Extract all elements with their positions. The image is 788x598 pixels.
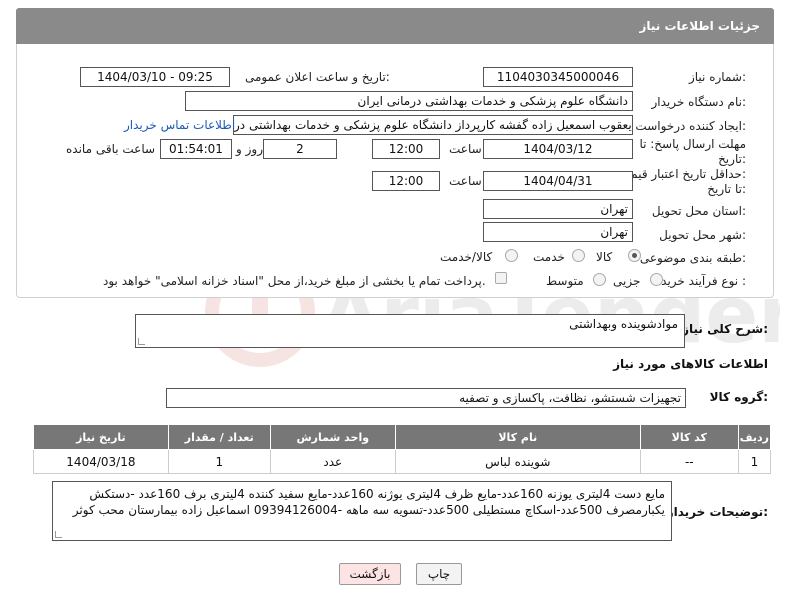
requester-field: یعقوب اسمعیل زاده گفشه کارپرداز دانشگاه … [233, 115, 633, 135]
cell-row: 1 [737, 449, 772, 474]
col-row: ردیف [737, 424, 772, 450]
buyer-org-label: نام دستگاه خریدار: [651, 95, 747, 109]
treasury-payment-note: پرداخت تمام یا بخشی از مبلغ خرید،از محل … [103, 274, 486, 288]
requester-label: ایجاد کننده درخواست: [635, 119, 746, 133]
process-option-minor: جزیی [613, 274, 641, 288]
col-code: کد کالا [639, 424, 739, 450]
reply-time-label: ساعت [449, 142, 482, 156]
city-field: تهران [483, 222, 633, 242]
price-deadline-label-2: تا تاریخ: [707, 182, 746, 196]
price-date-field: 1404/04/31 [483, 171, 633, 191]
days-label: روز و [236, 142, 263, 156]
reply-deadline-label: مهلت ارسال پاسخ: تا [639, 137, 746, 151]
panel-header: جزئیات اطلاعات نیاز [16, 8, 774, 44]
buyer-notes-line-1: مایع دست 4لیتری یوزنه 160عدد-مایع ظرف 4ل… [89, 487, 665, 501]
cell-code: -- [639, 449, 739, 474]
cell-name: شوینده لباس [394, 449, 641, 474]
items-table: ردیف کد کالا نام کالا واحد شمارش تعداد /… [33, 424, 772, 474]
table-row: 1 -- شوینده لباس عدد 1 1404/03/18 [33, 449, 772, 474]
description-label: شرح کلی نیاز: [682, 322, 768, 336]
col-name: نام کالا [394, 424, 641, 450]
treasury-payment-checkbox[interactable] [495, 272, 507, 284]
announce-date-field: 1404/03/10 - 09:25 [80, 67, 230, 87]
province-label: استان محل تحویل: [651, 204, 746, 218]
panel-title: جزئیات اطلاعات نیاز [639, 19, 760, 33]
items-table-header: ردیف کد کالا نام کالا واحد شمارش تعداد /… [33, 424, 772, 450]
description-text: موادشوینده وبهداشتی [569, 317, 678, 331]
cell-need-date: 1404/03/18 [33, 449, 169, 474]
category-radio-both[interactable] [505, 249, 518, 262]
price-time-field: 12:00 [372, 171, 440, 191]
need-number-label: شماره نیاز: [688, 70, 746, 84]
price-deadline-label: حداقل تاریخ اعتبار قیمت: [619, 167, 746, 181]
category-radio-goods[interactable] [628, 249, 641, 262]
buyer-notes-field: مایع دست 4لیتری یوزنه 160عدد-مایع ظرف 4ل… [52, 481, 672, 541]
goods-group-field: تجهیزات شستشو، نظافت، پاکسازی و تصفیه [166, 388, 686, 408]
days-remaining-field: 2 [263, 139, 337, 159]
reply-deadline-label-2: تاریخ: [718, 152, 746, 166]
category-option-service: خدمت [533, 250, 565, 264]
buyer-org-field: دانشگاه علوم پزشکی و خدمات بهداشتی درمان… [185, 91, 633, 111]
col-unit: واحد شمارش [269, 424, 396, 450]
category-option-goods: کالا [596, 250, 613, 264]
reply-time-field: 12:00 [372, 139, 440, 159]
process-label: نوع فرآیند خرید : [661, 274, 746, 288]
process-radio-minor[interactable] [650, 273, 663, 286]
process-radio-medium[interactable] [593, 273, 606, 286]
goods-group-label: گروه کالا: [709, 390, 768, 404]
cell-quantity: 1 [167, 449, 271, 474]
category-option-both: کالا/خدمت [440, 250, 493, 264]
cell-unit: عدد [269, 449, 396, 474]
remaining-time-field: 01:54:01 [160, 139, 232, 159]
col-quantity: تعداد / مقدار [167, 424, 271, 450]
announce-date-label: تاریخ و ساعت اعلان عمومی: [245, 70, 390, 84]
category-label: طبقه بندی موضوعی: [639, 251, 746, 265]
remaining-time-label: ساعت باقی مانده [66, 142, 156, 156]
price-time-label: ساعت [449, 174, 482, 188]
buyer-notes-line-2: یکبارمصرف 500عدد-اسکاچ مستطیلی 500عدد-تس… [72, 503, 665, 517]
reply-date-field: 1404/03/12 [483, 139, 633, 159]
need-number-field: 1104030345000046 [483, 67, 633, 87]
city-label: شهر محل تحویل: [659, 228, 746, 242]
items-section-title: اطلاعات کالاهای مورد نیاز [613, 357, 768, 371]
buyer-notes-label: توضیحات خریدار: [666, 505, 768, 519]
col-need-date: تاریخ نیاز [33, 424, 169, 450]
process-option-medium: متوسط [546, 274, 584, 288]
province-field: تهران [483, 199, 633, 219]
print-button[interactable]: چاپ [416, 563, 462, 585]
back-button[interactable]: بازگشت [339, 563, 401, 585]
description-field: موادشوینده وبهداشتی [135, 314, 685, 348]
category-radio-service[interactable] [572, 249, 585, 262]
buyer-contact-link[interactable]: اطلاعات تماس خریدار [124, 118, 235, 132]
